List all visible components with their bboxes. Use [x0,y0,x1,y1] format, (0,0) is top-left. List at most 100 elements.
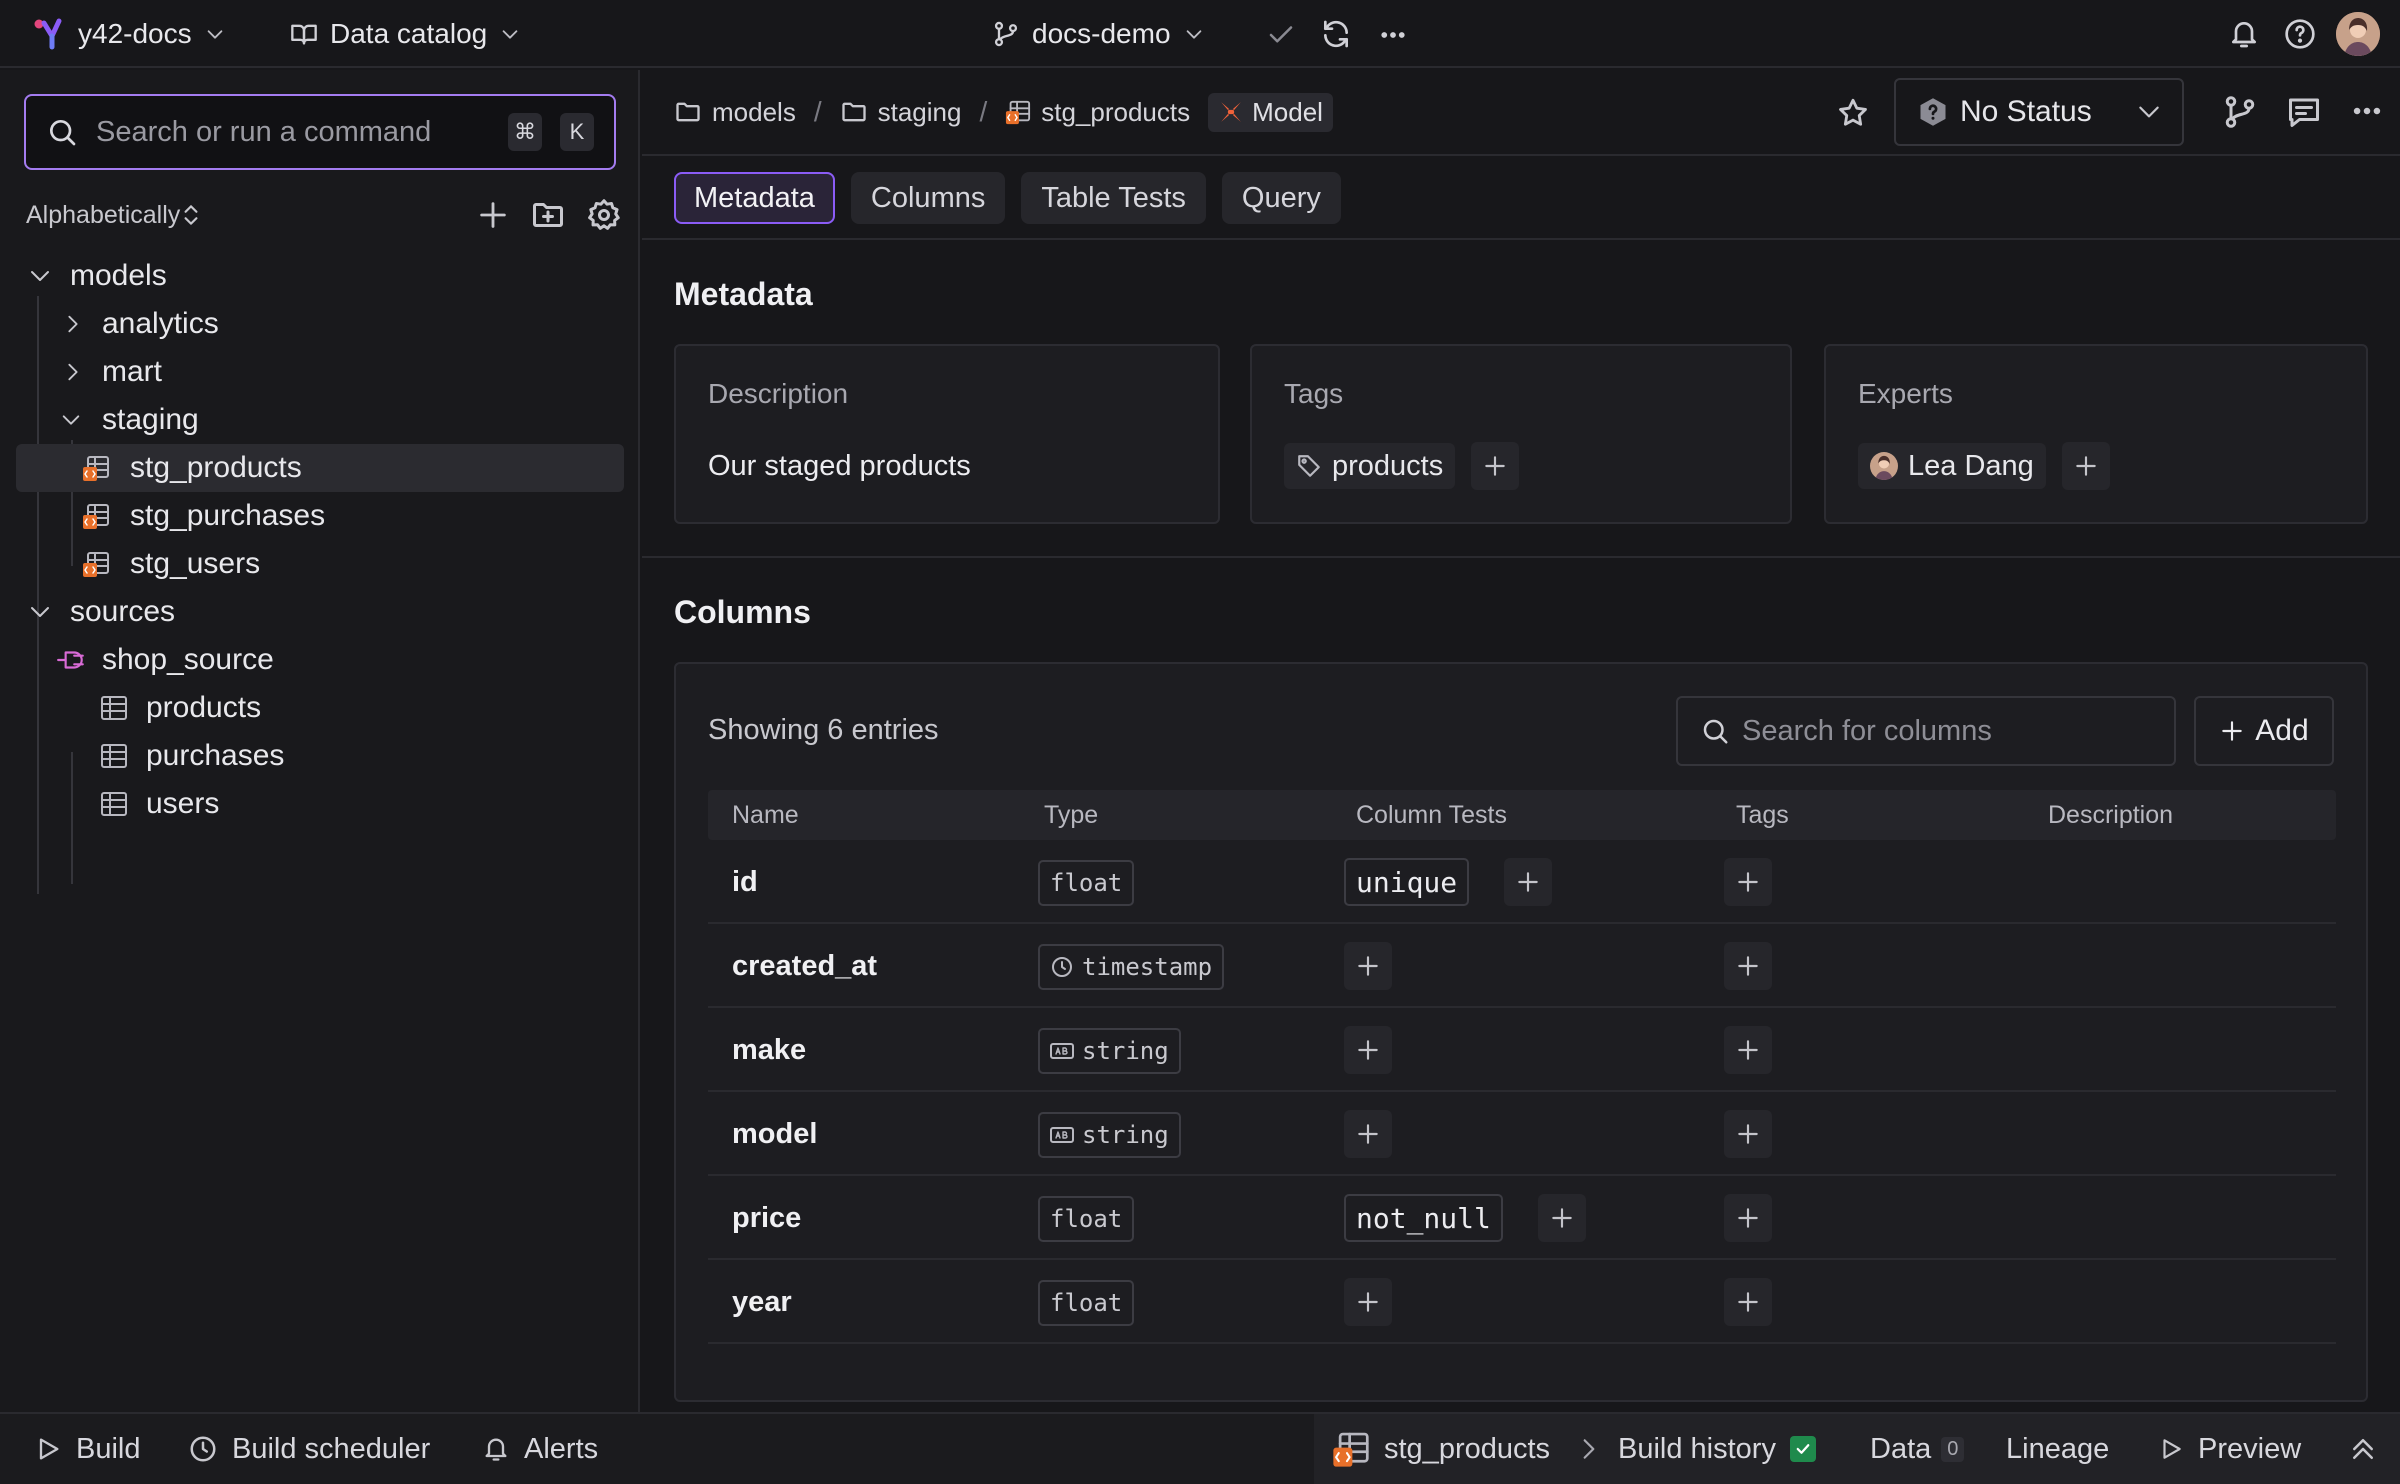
add-column-test-button[interactable] [1344,942,1392,990]
command-search-input[interactable] [96,115,490,149]
clock-icon [1050,955,1074,979]
add-expert-button[interactable] [2061,442,2110,490]
more-horizontal-icon[interactable] [1378,20,1408,50]
tab-query[interactable]: Query [1221,172,1341,224]
add-column-button[interactable]: Add [2194,696,2334,766]
expert-name: Lea Dang [1908,449,2034,482]
build-scheduler-button[interactable]: Build scheduler [188,1414,430,1484]
tree-item-stg-products[interactable]: stg_products [16,444,624,492]
add-tag-button[interactable] [1724,1194,1772,1242]
add-column-test-button[interactable] [1344,1110,1392,1158]
table-row[interactable]: model string [708,1092,2336,1176]
header-type[interactable]: Type [1044,790,1098,840]
table-row[interactable]: created_at timestamp [708,924,2336,1008]
add-tag-button[interactable] [1724,1026,1772,1074]
table-row[interactable]: make string [708,1008,2336,1092]
more-horizontal-icon[interactable] [2350,94,2384,128]
help-icon[interactable] [2284,18,2316,50]
table-row[interactable]: price float not_null [708,1176,2336,1260]
section-switcher[interactable]: Data catalog [290,0,521,68]
tree-item-label: stg_purchases [130,499,326,532]
tree-item-sources[interactable]: sources [16,588,624,636]
add-tag-button[interactable] [1471,442,1520,490]
check-icon[interactable] [1266,20,1296,50]
preview-tab[interactable]: Preview [2158,1414,2301,1484]
table-row[interactable]: year float [708,1260,2336,1344]
type-badge: string [1038,1028,1181,1074]
breadcrumb-staging[interactable]: staging [840,97,961,128]
tree-item-shop-source[interactable]: shop_source [16,636,624,684]
search-icon [46,116,78,148]
experts-title: Experts [1858,378,1953,409]
lineage-label: Lineage [2006,1432,2110,1465]
workspace-switcher[interactable]: y42-docs [32,0,226,68]
tree-item-purchases[interactable]: purchases [16,732,624,780]
tab-columns[interactable]: Columns [850,172,1006,224]
tree-item-users[interactable]: users [16,780,624,828]
status-dropdown[interactable]: No Status [1894,78,2184,146]
header-name[interactable]: Name [732,790,799,840]
status-unknown-icon [1918,97,1948,127]
status-label: No Status [1960,95,2092,128]
branch-switcher[interactable]: docs-demo [992,0,1205,68]
tag-chip[interactable]: products [1284,443,1456,489]
description-text[interactable]: Our staged products [708,450,971,483]
add-column-test-button[interactable] [1538,1194,1586,1242]
table-row[interactable]: id float unique [708,840,2336,924]
tab-metadata[interactable]: Metadata [674,172,835,224]
expert-chip[interactable]: Lea Dang [1858,443,2046,489]
tree-item-stg-purchases[interactable]: stg_purchases [16,492,624,540]
add-tag-button[interactable] [1724,942,1772,990]
tree-item-analytics[interactable]: analytics [16,300,624,348]
tree-item-staging[interactable]: staging [16,396,624,444]
bell-icon[interactable] [2228,18,2260,50]
column-search-input[interactable] [1742,714,2152,748]
sort-icon[interactable] [182,202,200,228]
data-tab[interactable]: Data 0 [1870,1414,1965,1484]
tab-table-tests[interactable]: Table Tests [1021,172,1206,224]
breadcrumb-separator: / [813,96,822,127]
star-icon[interactable] [1836,96,1870,130]
command-search[interactable]: ⌘ K [24,94,616,170]
add-tag-button[interactable] [1724,1110,1772,1158]
preview-label: Preview [2198,1432,2302,1465]
tree-item-mart[interactable]: mart [16,348,624,396]
lineage-tab[interactable]: Lineage [2006,1414,2109,1484]
success-check-icon [1789,1436,1816,1462]
add-tag-button[interactable] [1724,858,1772,906]
add-column-test-button[interactable] [1344,1026,1392,1074]
add-tag-button[interactable] [1724,1278,1772,1326]
table-header: Name Type Column Tests Tags Description [708,790,2336,840]
build-history-tab[interactable]: Build history [1618,1414,1816,1484]
header-column-tests[interactable]: Column Tests [1356,790,1507,840]
refresh-icon[interactable] [1320,18,1352,50]
git-branch-icon[interactable] [2222,94,2258,130]
tree-item-models[interactable]: models [16,252,624,300]
play-icon [34,1435,62,1463]
gear-icon[interactable] [586,197,622,233]
breadcrumb-asset[interactable]: stg_products [1005,97,1190,128]
tree-item-stg-users[interactable]: stg_users [16,540,624,588]
add-icon[interactable] [476,198,510,232]
sort-selector[interactable]: Alphabetically [26,201,180,230]
folder-plus-icon[interactable] [530,197,566,233]
asset-panel-tabs: stg_products Build history Data 0 Lineag… [1314,1414,2400,1484]
alerts-button[interactable]: Alerts [482,1414,598,1484]
header-description[interactable]: Description [2048,790,2173,840]
bottom-asset[interactable]: stg_products [1332,1414,1550,1484]
comment-icon[interactable] [2286,94,2322,130]
add-column-test-button[interactable] [1504,858,1552,906]
tree-item-products[interactable]: products [16,684,624,732]
breadcrumb-models[interactable]: models [674,97,796,128]
expand-up-icon[interactable] [2348,1434,2378,1464]
add-column-test-button[interactable] [1344,1278,1392,1326]
plus-icon [1735,869,1761,895]
chevron-down-icon [499,23,521,45]
column-test-chip[interactable]: not_null [1344,1194,1503,1242]
column-search[interactable] [1676,696,2176,766]
build-button[interactable]: Build [34,1414,141,1484]
user-avatar[interactable] [2336,12,2380,56]
header-tags[interactable]: Tags [1736,790,1789,840]
column-test-chip[interactable]: unique [1344,858,1470,906]
git-branch-icon [992,20,1020,48]
